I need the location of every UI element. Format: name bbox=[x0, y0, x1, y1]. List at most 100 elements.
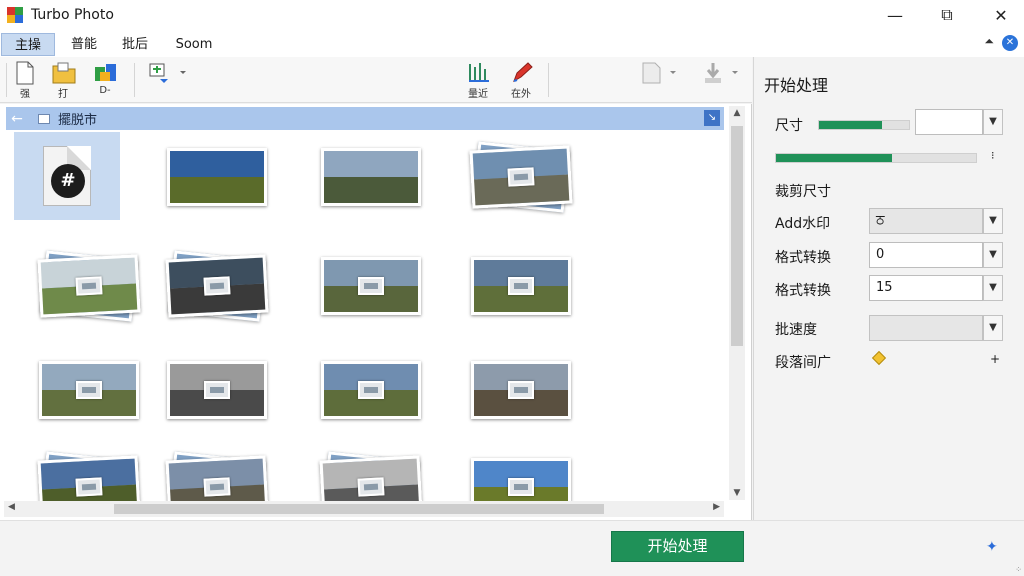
collapse-ribbon-icon[interactable]: ⏶ bbox=[984, 34, 994, 49]
photo-thumbnail bbox=[37, 254, 141, 318]
scroll-right-arrow-icon[interactable]: ▶ bbox=[713, 502, 720, 512]
open-folder-icon bbox=[52, 61, 76, 85]
toolbar-separator bbox=[134, 63, 135, 97]
thumbnail-item[interactable] bbox=[296, 345, 446, 435]
format-input-2[interactable]: 15 bbox=[869, 275, 983, 301]
start-processing-button[interactable]: 开始处理 bbox=[611, 531, 744, 562]
interval-add-button[interactable]: + bbox=[990, 352, 1000, 366]
image-placeholder-icon bbox=[508, 478, 534, 496]
horizontal-scroll-thumb[interactable] bbox=[114, 504, 604, 514]
image-placeholder-icon bbox=[358, 381, 384, 399]
navigation-icon[interactable]: ✦ bbox=[986, 539, 998, 555]
thumbnail-item[interactable] bbox=[296, 442, 446, 502]
interval-label: 段落间广 bbox=[775, 355, 831, 371]
file-icon: # bbox=[43, 146, 91, 206]
download-button[interactable] bbox=[702, 61, 738, 85]
thumbnail-item[interactable] bbox=[142, 442, 292, 502]
thumbnail-item[interactable] bbox=[142, 132, 292, 222]
toolbar-separator bbox=[6, 63, 7, 97]
size-label: 尺寸 bbox=[775, 118, 803, 134]
resize-grip-icon[interactable]: ⁘ bbox=[1015, 565, 1022, 574]
scroll-down-arrow-icon[interactable]: ▼ bbox=[729, 488, 745, 498]
watermark-dropdown-icon[interactable]: ▼ bbox=[983, 208, 1003, 234]
image-placeholder-icon bbox=[204, 381, 230, 399]
image-placeholder-icon bbox=[75, 276, 103, 296]
thumbnail-item[interactable] bbox=[296, 241, 446, 331]
new-button[interactable]: 强 bbox=[14, 61, 36, 100]
minimize-button[interactable]: — bbox=[872, 0, 918, 30]
menu-bar: 主操 普能 批后 Soom ⏶ ✕ bbox=[0, 30, 1024, 57]
title-bar: Turbo Photo — ⧉ ✕ bbox=[0, 0, 1024, 30]
close-button[interactable]: ✕ bbox=[978, 0, 1024, 30]
back-arrow-icon[interactable]: ← bbox=[6, 111, 28, 127]
breadcrumb: ← 擺脱市 ↘ bbox=[6, 107, 724, 130]
image-placeholder-icon bbox=[75, 477, 103, 497]
open-button[interactable]: 打 bbox=[52, 61, 76, 100]
photo-thumbnail bbox=[469, 145, 573, 209]
size-slider[interactable] bbox=[818, 120, 910, 130]
expand-icon[interactable]: ↘ bbox=[704, 110, 720, 126]
breadcrumb-label: 擺脱市 bbox=[58, 113, 98, 128]
download-icon bbox=[702, 61, 738, 85]
watermark-select[interactable]: ਠ bbox=[869, 208, 983, 234]
help-icon[interactable]: ✕ bbox=[1002, 35, 1018, 51]
format-input-1[interactable]: 0 bbox=[869, 242, 983, 268]
vertical-scroll-thumb[interactable] bbox=[731, 126, 743, 346]
speed-select[interactable] bbox=[869, 315, 983, 341]
size-input[interactable] bbox=[915, 109, 983, 135]
crop-size-label: 裁剪尺寸 bbox=[775, 184, 831, 200]
horizontal-scrollbar[interactable]: ◀ ▶ bbox=[4, 501, 724, 517]
image-placeholder-icon bbox=[507, 167, 535, 187]
format-dropdown-icon-1[interactable]: ▼ bbox=[983, 242, 1003, 268]
convert-button[interactable] bbox=[148, 61, 186, 85]
photo-thumbnail bbox=[167, 361, 267, 419]
format-dropdown-icon-2[interactable]: ▼ bbox=[983, 275, 1003, 301]
thumbnail-item[interactable]: # bbox=[14, 132, 120, 220]
folder-icon bbox=[38, 113, 50, 124]
new-file-icon bbox=[14, 61, 36, 85]
photo-thumbnail bbox=[471, 361, 571, 419]
menu-item-batch[interactable]: 批后 bbox=[114, 33, 156, 56]
toolbar: 强 打 D- 量近 在外 bbox=[0, 57, 752, 103]
edit-button[interactable]: 在外 bbox=[510, 61, 533, 100]
slider-tick-icon: ⁝ bbox=[991, 149, 995, 162]
scroll-up-arrow-icon[interactable]: ▲ bbox=[729, 108, 745, 118]
photo-thumbnail bbox=[165, 254, 269, 318]
thumbnail-item[interactable] bbox=[296, 132, 446, 222]
maximize-button[interactable]: ⧉ bbox=[924, 0, 970, 30]
export-button[interactable] bbox=[640, 61, 676, 85]
thumbnail-item[interactable] bbox=[446, 241, 596, 331]
export-icon bbox=[640, 61, 676, 85]
thumbnail-item[interactable] bbox=[446, 132, 596, 222]
photo-thumbnail bbox=[321, 257, 421, 315]
batch-button[interactable]: 量近 bbox=[467, 61, 489, 100]
scroll-left-arrow-icon[interactable]: ◀ bbox=[8, 502, 15, 512]
batch-label: 量近 bbox=[468, 89, 488, 100]
image-placeholder-icon bbox=[203, 276, 231, 296]
size-dropdown-icon[interactable]: ▼ bbox=[983, 109, 1003, 135]
convert-icon bbox=[148, 61, 186, 85]
edit-label: 在外 bbox=[511, 89, 531, 100]
photo-thumbnail bbox=[471, 257, 571, 315]
save-button[interactable]: D- bbox=[94, 61, 116, 96]
thumbnail-item[interactable] bbox=[142, 241, 292, 331]
panel-title: 开始处理 bbox=[764, 76, 829, 95]
menu-item-main[interactable]: 主操 bbox=[1, 33, 55, 56]
thumbnail-item[interactable] bbox=[446, 442, 596, 502]
format-label-1: 格式转换 bbox=[775, 250, 831, 266]
thumbnail-item[interactable] bbox=[446, 345, 596, 435]
thumbnail-item[interactable] bbox=[142, 345, 292, 435]
speed-dropdown-icon[interactable]: ▼ bbox=[983, 315, 1003, 341]
photo-thumbnail bbox=[321, 361, 421, 419]
photo-thumbnail bbox=[471, 458, 571, 502]
photo-thumbnail bbox=[165, 455, 269, 502]
window-title: Turbo Photo bbox=[31, 7, 114, 23]
menu-item-basic[interactable]: 普能 bbox=[62, 33, 106, 56]
edit-icon bbox=[510, 61, 533, 85]
image-placeholder-icon bbox=[358, 277, 384, 295]
save-label: D- bbox=[99, 85, 111, 96]
photo-thumbnail bbox=[321, 148, 421, 206]
menu-item-soom[interactable]: Soom bbox=[166, 33, 222, 56]
vertical-scrollbar[interactable]: ▲ ▼ bbox=[729, 106, 745, 500]
quality-slider[interactable] bbox=[775, 153, 977, 163]
